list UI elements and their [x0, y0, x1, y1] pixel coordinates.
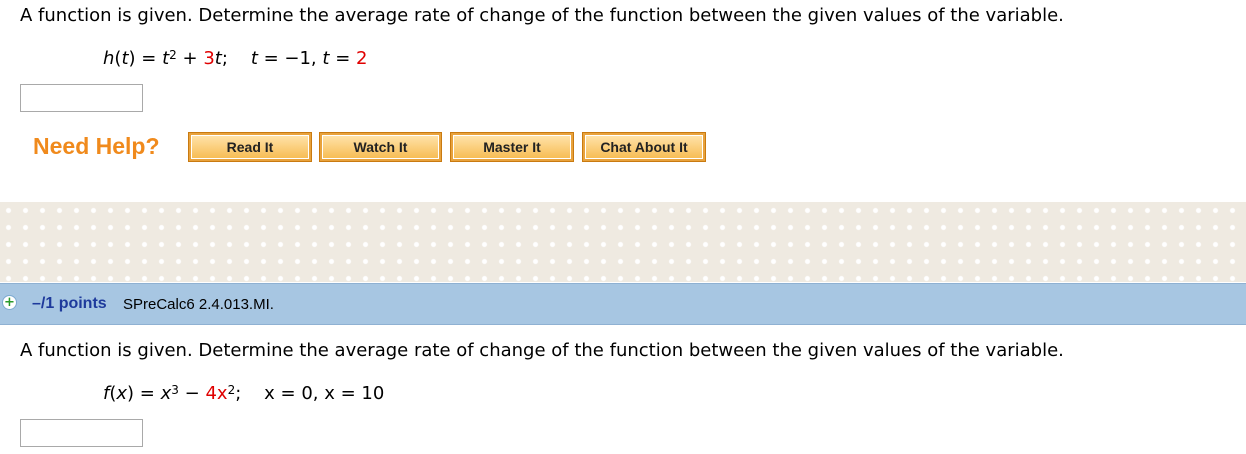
question2-header-bar: + –/1 points SPreCalc6 2.4.013.MI.: [0, 283, 1246, 325]
question2-prompt: A function is given. Determine the avera…: [20, 340, 1064, 361]
divider-pattern: [0, 202, 1246, 282]
chat-about-it-button[interactable]: Chat About It: [582, 132, 706, 162]
read-it-button[interactable]: Read It: [188, 132, 312, 162]
expand-plus-icon[interactable]: +: [2, 295, 17, 310]
question1-formula: h(t) = t2 + 3t; t = −1, t = 2: [103, 48, 368, 69]
question1-prompt: A function is given. Determine the avera…: [20, 5, 1064, 26]
question2-answer-input[interactable]: [20, 419, 143, 447]
master-it-button[interactable]: Master It: [450, 132, 574, 162]
question1-answer-input[interactable]: [20, 84, 143, 112]
need-help-label: Need Help?: [33, 133, 160, 159]
question2-formula: f(x) = x3 − 4x2; x = 0, x = 10: [103, 383, 385, 404]
watch-it-button[interactable]: Watch It: [319, 132, 442, 162]
points-label: –/1 points: [32, 295, 107, 312]
question-reference: SPreCalc6 2.4.013.MI.: [123, 296, 274, 313]
